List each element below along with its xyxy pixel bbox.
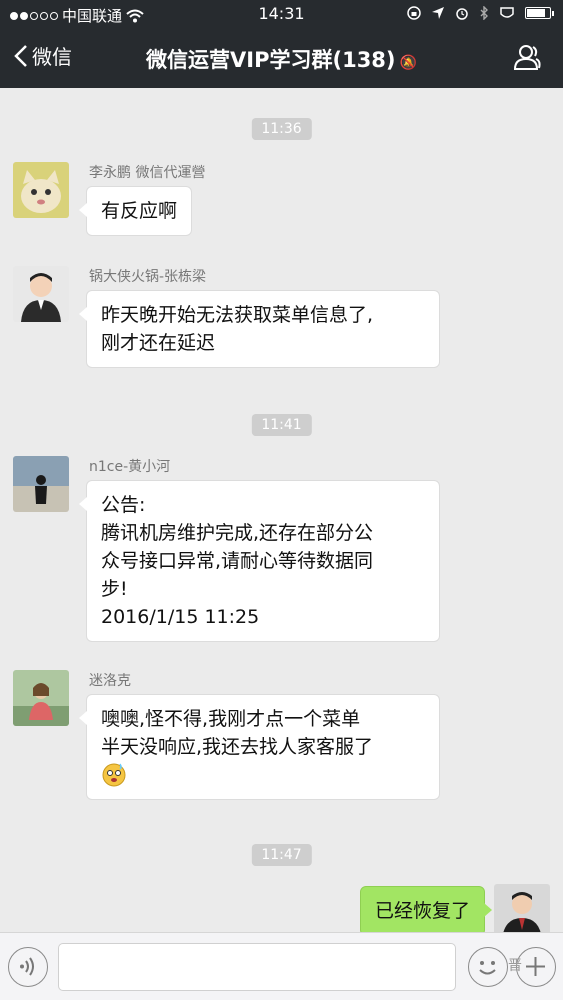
emoji-button[interactable] bbox=[468, 947, 508, 987]
message-line: 步! bbox=[101, 578, 128, 600]
sender-name: 李永鹏 微信代運營 bbox=[89, 165, 206, 181]
voice-button[interactable] bbox=[8, 947, 48, 987]
top-bar: 中国联通 14:31 微信 微信运营VIP学习群(138) 🔕 bbox=[0, 0, 563, 88]
bluetooth-icon bbox=[480, 6, 488, 20]
person-avatar-image bbox=[13, 266, 69, 322]
message-line: 公告: bbox=[101, 494, 146, 516]
message-line: 有反应啊 bbox=[101, 200, 178, 222]
timestamp: 11:36 bbox=[251, 118, 312, 140]
silhouette-avatar-image bbox=[13, 456, 69, 512]
message-line: 昨天晚开始无法获取菜单信息了, bbox=[101, 304, 374, 326]
people-icon bbox=[513, 45, 541, 70]
message-line: 半天没响应,我还去找人家客服了 bbox=[101, 736, 374, 758]
message-line: 已经恢复了 bbox=[374, 900, 470, 922]
avatar[interactable] bbox=[13, 670, 69, 726]
message-bubble[interactable]: 有反应啊 bbox=[78, 186, 193, 236]
message-input[interactable] bbox=[58, 943, 456, 991]
more-button[interactable] bbox=[516, 947, 556, 987]
avatar[interactable] bbox=[13, 266, 69, 322]
plus-icon bbox=[526, 957, 545, 976]
message-line: 众号接口异常,请耐心等待数据同 bbox=[101, 550, 374, 572]
sender-name: 迷洛克 bbox=[89, 673, 131, 689]
voice-icon bbox=[20, 957, 34, 976]
sender-name: n1ce-黄小河 bbox=[89, 459, 171, 475]
chat-area[interactable]: 11:36 李永鹏 微信代運營 有反应啊 锅大侠火锅-张栋梁 昨天晚开始无法获取… bbox=[0, 88, 563, 940]
message-line: 2016/1/15 11:25 bbox=[101, 606, 260, 628]
alarm-icon bbox=[456, 8, 468, 20]
group-info-button[interactable] bbox=[513, 44, 543, 74]
avatar[interactable] bbox=[13, 162, 69, 218]
outdoor-avatar-image bbox=[13, 670, 69, 726]
message-bubble[interactable]: 已经恢复了 bbox=[359, 886, 493, 936]
status-bar: 中国联通 14:31 bbox=[0, 0, 563, 30]
watermark: 晋 bbox=[508, 958, 522, 974]
cat-avatar-image bbox=[13, 162, 69, 218]
mute-icon: 🔕 bbox=[399, 55, 417, 71]
message-line: 腾讯机房维护完成,还存在部分公 bbox=[101, 522, 374, 544]
message-bubble[interactable]: 昨天晚开始无法获取菜单信息了, 刚才还在延迟 bbox=[79, 290, 440, 368]
input-bar: 晋 bbox=[0, 932, 563, 1000]
vpn-icon bbox=[500, 7, 514, 18]
battery-icon bbox=[525, 7, 554, 19]
location-icon bbox=[432, 7, 444, 19]
smiley-icon bbox=[479, 961, 496, 975]
timestamp: 11:41 bbox=[251, 414, 312, 436]
message-line: 刚才还在延迟 bbox=[101, 332, 216, 354]
sender-name: 锅大侠火锅-张栋梁 bbox=[89, 269, 207, 285]
embarrassed-emoji-icon bbox=[101, 761, 425, 789]
page-title: 微信运营VIP学习群(138) 🔕 bbox=[146, 48, 417, 72]
timestamp: 11:47 bbox=[251, 844, 312, 866]
avatar[interactable] bbox=[13, 456, 69, 512]
navigation-bar: 微信 微信运营VIP学习群(138) 🔕 bbox=[0, 30, 563, 88]
message-bubble[interactable]: 公告: 腾讯机房维护完成,还存在部分公 众号接口异常,请耐心等待数据同 步! 2… bbox=[79, 480, 440, 642]
rotation-lock-icon bbox=[407, 6, 421, 20]
message-line: 噢噢,怪不得,我刚才点一个菜单 bbox=[101, 708, 361, 730]
message-bubble[interactable]: 噢噢,怪不得,我刚才点一个菜单 半天没响应,我还去找人家客服了 bbox=[79, 694, 440, 800]
